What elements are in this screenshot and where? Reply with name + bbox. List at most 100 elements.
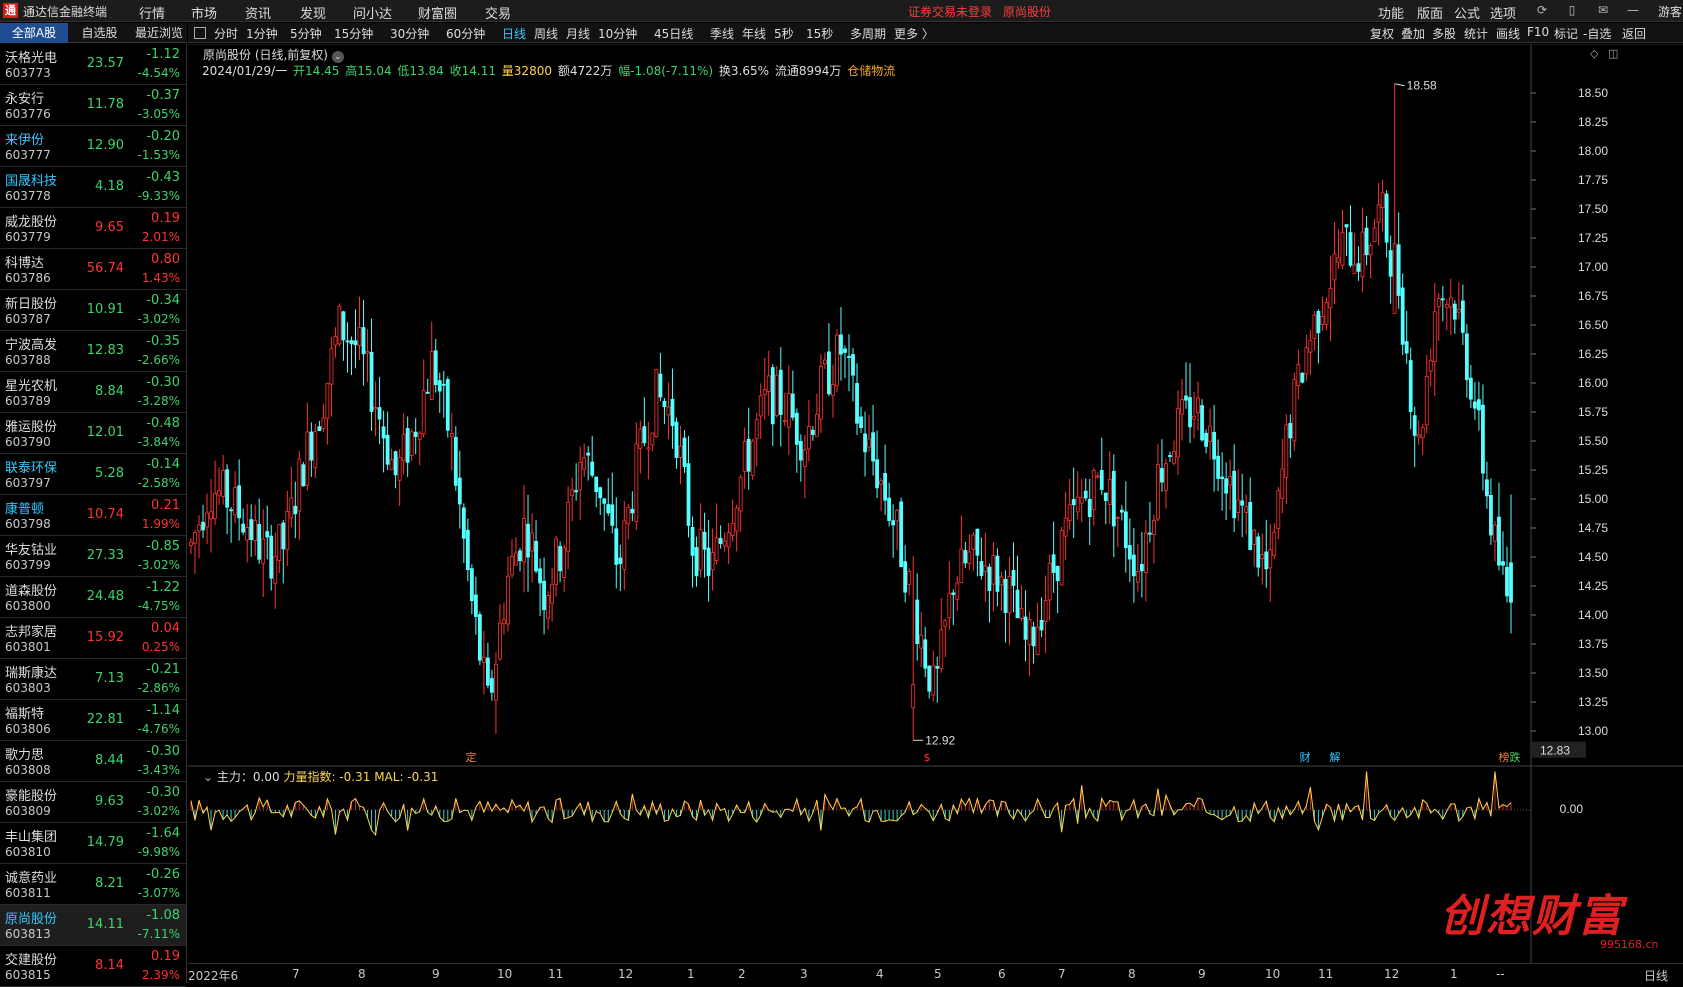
candle-body xyxy=(1188,397,1192,428)
stock-row[interactable]: 永安行 603776 11.78 -0.37 -3.05% xyxy=(0,85,186,126)
candle-body xyxy=(313,431,318,469)
event-marker[interactable]: 财 xyxy=(1298,751,1312,765)
period-tab[interactable]: 日线 xyxy=(502,25,526,42)
stock-name: 瑞斯康达 xyxy=(5,666,58,681)
stock-row[interactable]: 交建股份 603815 8.14 0.19 2.39% xyxy=(0,946,186,987)
candle-body xyxy=(205,512,209,528)
menu-wealth-circle[interactable]: 财富圈 xyxy=(418,3,457,22)
period-tab[interactable]: 45日线 xyxy=(654,25,693,42)
info-float: 流通8994万 xyxy=(774,64,842,78)
stock-row[interactable]: 联泰环保 603797 5.28 -0.14 -2.58% xyxy=(0,454,186,495)
diamond-icon[interactable]: ◇ xyxy=(1590,47,1598,60)
candlestick-chart[interactable]: 18.50 18.25 18.00 17.75 17.50 17.25 17.00 16.75… xyxy=(188,44,1683,767)
period-tab[interactable]: 分时 xyxy=(214,25,238,42)
period-tab[interactable]: 季线 xyxy=(710,25,734,42)
period-tab[interactable]: 15分钟 xyxy=(334,25,373,42)
period-tab[interactable]: 10分钟 xyxy=(598,25,637,42)
period-tab[interactable]: 1分钟 xyxy=(246,25,278,42)
stock-row[interactable]: 新日股份 603787 10.91 -0.34 -3.02% xyxy=(0,290,186,331)
tool-button[interactable]: 叠加 xyxy=(1401,25,1425,42)
period-tab[interactable]: 30分钟 xyxy=(390,25,429,42)
stock-row[interactable]: 威龙股份 603779 9.65 0.19 2.01% xyxy=(0,208,186,249)
stock-row[interactable]: 志邦家居 603801 15.92 0.04 0.25% xyxy=(0,618,186,659)
stock-row[interactable]: 来伊份 603777 12.90 -0.20 -1.53% xyxy=(0,126,186,167)
period-indicator[interactable]: 日线 xyxy=(1644,967,1668,984)
refresh-icon[interactable]: ⟳ xyxy=(1535,3,1549,17)
event-marker[interactable]: $ xyxy=(920,751,934,765)
menu-discover[interactable]: 发现 xyxy=(300,3,326,22)
minimize-icon[interactable]: — xyxy=(1626,3,1640,17)
tool-button[interactable]: 多股 xyxy=(1432,25,1456,42)
menu-layout[interactable]: 版面 xyxy=(1417,3,1443,22)
phone-icon[interactable]: ▯ xyxy=(1565,3,1579,17)
stock-row[interactable]: 科博达 603786 56.74 0.80 1.43% xyxy=(0,249,186,290)
sidebar-toggle-icon[interactable] xyxy=(194,27,206,39)
period-tab[interactable]: 月线 xyxy=(566,25,590,42)
stock-row[interactable]: 道森股份 603800 24.48 -1.22 -4.75% xyxy=(0,577,186,618)
period-tab[interactable]: 年线 xyxy=(742,25,766,42)
login-notice[interactable]: 证券交易未登录 xyxy=(908,3,992,20)
stock-row[interactable]: 豪能股份 603809 9.63 -0.30 -3.02% xyxy=(0,782,186,823)
candle-body xyxy=(1208,425,1212,443)
message-icon[interactable]: ✉ xyxy=(1596,3,1610,17)
candle-body xyxy=(329,348,334,385)
stock-row[interactable]: 宁波高发 603788 12.83 -0.35 -2.66% xyxy=(0,331,186,372)
info-sector[interactable]: 仓储物流 xyxy=(847,64,895,78)
app-logo: 通 xyxy=(3,3,18,18)
stock-row[interactable]: 诚意药业 603811 8.21 -0.26 -3.07% xyxy=(0,864,186,905)
period-tab[interactable]: 多周期 xyxy=(850,25,886,42)
stock-row[interactable]: 原尚股份 603813 14.11 -1.08 -7.11% xyxy=(0,905,186,946)
menu-formula[interactable]: 公式 xyxy=(1454,3,1480,22)
tool-button[interactable]: 复权 xyxy=(1370,25,1394,42)
tool-button[interactable]: 标记 xyxy=(1554,25,1578,42)
tab-recent[interactable]: 最近浏览 xyxy=(131,23,187,43)
candle-body xyxy=(1164,463,1168,491)
candle-body xyxy=(301,464,306,487)
stock-row[interactable]: 沃格光电 603773 23.57 -1.12 -4.54% xyxy=(0,44,186,85)
tab-watchlist[interactable]: 自选股 xyxy=(68,23,131,43)
collapse-icon[interactable]: ⌄ xyxy=(203,770,213,784)
stock-row[interactable]: 雅运股份 603790 12.01 -0.48 -3.84% xyxy=(0,413,186,454)
event-marker[interactable]: 跌 xyxy=(1508,751,1522,765)
tool-button[interactable]: 统计 xyxy=(1464,25,1488,42)
menu-assistant[interactable]: 问小达 xyxy=(353,3,392,22)
stock-row[interactable]: 丰山集团 603810 14.79 -1.64 -9.98% xyxy=(0,823,186,864)
stock-row[interactable]: 歌力思 603808 8.44 -0.30 -3.43% xyxy=(0,741,186,782)
period-tab[interactable]: 60分钟 xyxy=(446,25,485,42)
period-tab[interactable]: 5秒 xyxy=(774,25,794,42)
maximize-icon[interactable]: ◫ xyxy=(1608,47,1618,60)
stock-row[interactable]: 康普顿 603798 10.74 0.21 1.99% xyxy=(0,495,186,536)
candle-body xyxy=(441,383,446,386)
tab-all-a-shares[interactable]: 全部A股 xyxy=(0,23,68,43)
x-tick-label: 10 xyxy=(1265,967,1281,981)
tool-button[interactable]: -自选 xyxy=(1583,25,1611,42)
tool-button[interactable]: 画线 xyxy=(1496,25,1520,42)
info-amount: 额4722万 xyxy=(557,64,613,78)
stock-row[interactable]: 星光农机 603789 8.84 -0.30 -3.28% xyxy=(0,372,186,413)
stock-price: 12.90 xyxy=(86,138,124,153)
period-tab[interactable]: 周线 xyxy=(534,25,558,42)
y-tick-label: 15.25 xyxy=(1578,463,1608,477)
event-marker[interactable]: 定 xyxy=(464,751,478,765)
period-tab[interactable]: 更多 〉 xyxy=(894,25,934,42)
guest-label[interactable]: 游客 xyxy=(1658,3,1682,20)
tool-button[interactable]: F10 xyxy=(1527,25,1549,39)
menu-trade[interactable]: 交易 xyxy=(485,3,511,22)
stock-row[interactable]: 华友钴业 603799 27.33 -0.85 -3.02% xyxy=(0,536,186,577)
period-tab[interactable]: 5分钟 xyxy=(290,25,322,42)
menu-options[interactable]: 选项 xyxy=(1490,3,1516,22)
menu-news[interactable]: 资讯 xyxy=(245,3,271,22)
stock-row[interactable]: 福斯特 603806 22.81 -1.14 -4.76% xyxy=(0,700,186,741)
stock-row[interactable]: 瑞斯康达 603803 7.13 -0.21 -2.86% xyxy=(0,659,186,700)
period-tab[interactable]: 15秒 xyxy=(806,25,833,42)
stock-price: 8.21 xyxy=(95,876,124,891)
y-tick-label: 15.00 xyxy=(1578,492,1608,506)
menu-quote[interactable]: 行情 xyxy=(139,3,165,22)
menu-function[interactable]: 功能 xyxy=(1378,3,1404,22)
tool-button[interactable]: 返回 xyxy=(1622,25,1646,42)
stock-row[interactable]: 国晟科技 603778 4.18 -0.43 -9.33% xyxy=(0,167,186,208)
menu-market[interactable]: 市场 xyxy=(191,3,217,22)
stock-change: 0.19 xyxy=(151,211,180,226)
candle-body xyxy=(437,380,442,392)
event-marker[interactable]: 解 xyxy=(1328,751,1342,765)
